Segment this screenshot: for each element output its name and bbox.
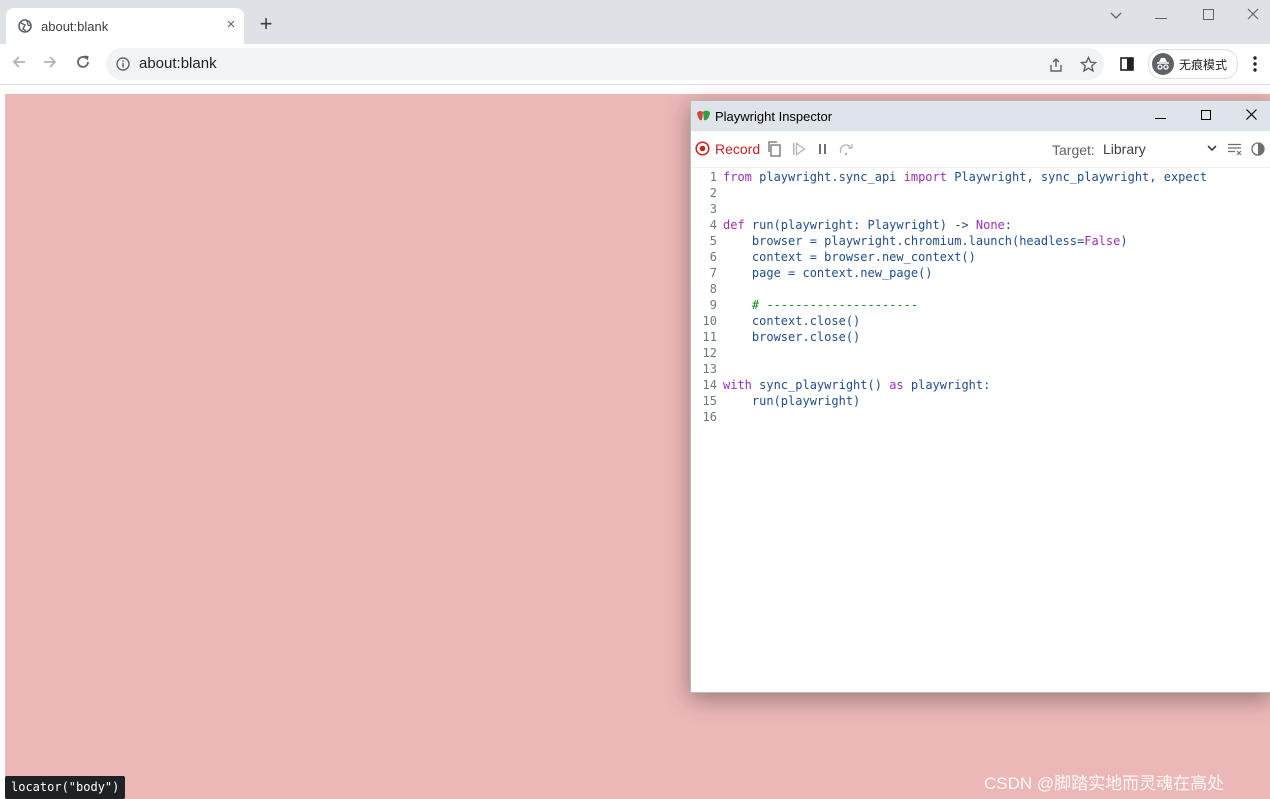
line-number: 12 xyxy=(702,346,717,360)
pause-icon[interactable] xyxy=(817,143,829,155)
line-number: 7 xyxy=(709,266,717,280)
line-number: 10 xyxy=(702,314,717,328)
inspector-title: Playwright Inspector xyxy=(715,109,833,124)
record-label: Record xyxy=(715,141,761,157)
code-editor[interactable]: 1 from playwright.sync_api import Playwri… xyxy=(691,169,1270,689)
code-text: # --------------------- xyxy=(751,298,919,312)
side-panel-icon[interactable] xyxy=(1120,57,1134,71)
line-number: 6 xyxy=(709,250,717,264)
browser-toolbar: about:blank 无痕模式 xyxy=(0,44,1270,85)
step-over-icon[interactable] xyxy=(839,142,854,156)
reload-button[interactable] xyxy=(72,53,94,75)
maximize-button[interactable] xyxy=(1188,4,1228,28)
line-number: 5 xyxy=(709,234,717,248)
address-bar[interactable]: about:blank xyxy=(106,48,1104,80)
target-label: Target: xyxy=(1052,142,1095,158)
code-text: context.close() xyxy=(723,314,861,328)
chevron-down-icon xyxy=(1207,145,1217,152)
browser-tab[interactable]: about:blank × xyxy=(6,8,244,44)
tab-strip: about:blank × + xyxy=(0,0,1270,44)
tab-close-icon[interactable]: × xyxy=(222,16,240,34)
clear-icon[interactable] xyxy=(1227,143,1242,155)
theme-toggle-icon[interactable] xyxy=(1251,142,1265,156)
line-number: 3 xyxy=(709,202,717,216)
line-number: 11 xyxy=(702,330,717,344)
copy-icon[interactable] xyxy=(767,141,782,157)
inspector-maximize-button[interactable] xyxy=(1191,105,1221,127)
bookmark-star-icon[interactable] xyxy=(1080,56,1097,73)
arrow-right-icon xyxy=(44,56,57,68)
inspector-title-bar[interactable]: Playwright Inspector xyxy=(691,101,1270,131)
watermark-text: CSDN @脚踏实地而灵魂在高处 xyxy=(984,774,1225,793)
code-text: browser = playwright.chromium.launch(hea… xyxy=(723,234,1128,248)
code-text: context = browser.new_context() xyxy=(723,250,976,264)
locator-tooltip: locator("body") xyxy=(5,776,126,799)
resume-icon[interactable] xyxy=(792,142,806,156)
inspector-close-button[interactable] xyxy=(1236,105,1266,127)
share-icon[interactable] xyxy=(1048,57,1064,73)
playwright-inspector-window: Playwright Inspector Record Target: Libr… xyxy=(690,100,1270,693)
code-text: browser.close() xyxy=(723,330,861,344)
code-text: from playwright.sync_api import Playwrig… xyxy=(723,170,1208,184)
inspector-minimize-button[interactable] xyxy=(1145,105,1175,127)
forward-button[interactable] xyxy=(39,53,61,75)
tab-search-chevron-icon[interactable] xyxy=(1096,4,1136,28)
line-number: 14 xyxy=(702,378,717,392)
code-text: def run(playwright: Playwright) -> None: xyxy=(723,218,1013,232)
record-button[interactable]: Record xyxy=(691,131,761,167)
inspector-toolbar: Record Target: Library xyxy=(691,131,1270,168)
incognito-icon xyxy=(1152,53,1174,75)
code-text: with sync_playwright() as playwright: xyxy=(723,378,991,392)
line-number: 2 xyxy=(709,186,717,200)
close-window-button[interactable] xyxy=(1233,4,1270,28)
arrow-left-icon xyxy=(12,56,25,68)
code-text: run(playwright) xyxy=(723,394,861,408)
address-text[interactable]: about:blank xyxy=(139,55,217,72)
line-number: 16 xyxy=(702,410,717,424)
record-icon xyxy=(695,141,710,156)
tab-title: about:blank xyxy=(41,19,109,34)
incognito-profile-button[interactable]: 无痕模式 xyxy=(1148,49,1238,79)
incognito-label: 无痕模式 xyxy=(1179,58,1228,72)
playwright-logo-icon xyxy=(697,110,710,121)
minimize-button[interactable] xyxy=(1141,4,1181,28)
line-number: 1 xyxy=(709,170,717,184)
target-select-value: Library xyxy=(1103,141,1146,157)
target-select[interactable]: Library xyxy=(1103,141,1221,159)
back-button[interactable] xyxy=(8,53,30,75)
globe-icon xyxy=(18,19,32,33)
line-number: 9 xyxy=(709,298,717,312)
line-number: 4 xyxy=(709,218,717,232)
line-number: 8 xyxy=(709,282,717,296)
info-icon[interactable] xyxy=(116,57,130,71)
reload-icon xyxy=(77,55,89,68)
more-menu-icon[interactable] xyxy=(1252,55,1258,73)
line-number: 13 xyxy=(702,362,717,376)
code-text: page = context.new_page() xyxy=(723,266,933,280)
line-number: 15 xyxy=(702,394,717,408)
new-tab-button[interactable]: + xyxy=(256,13,276,35)
